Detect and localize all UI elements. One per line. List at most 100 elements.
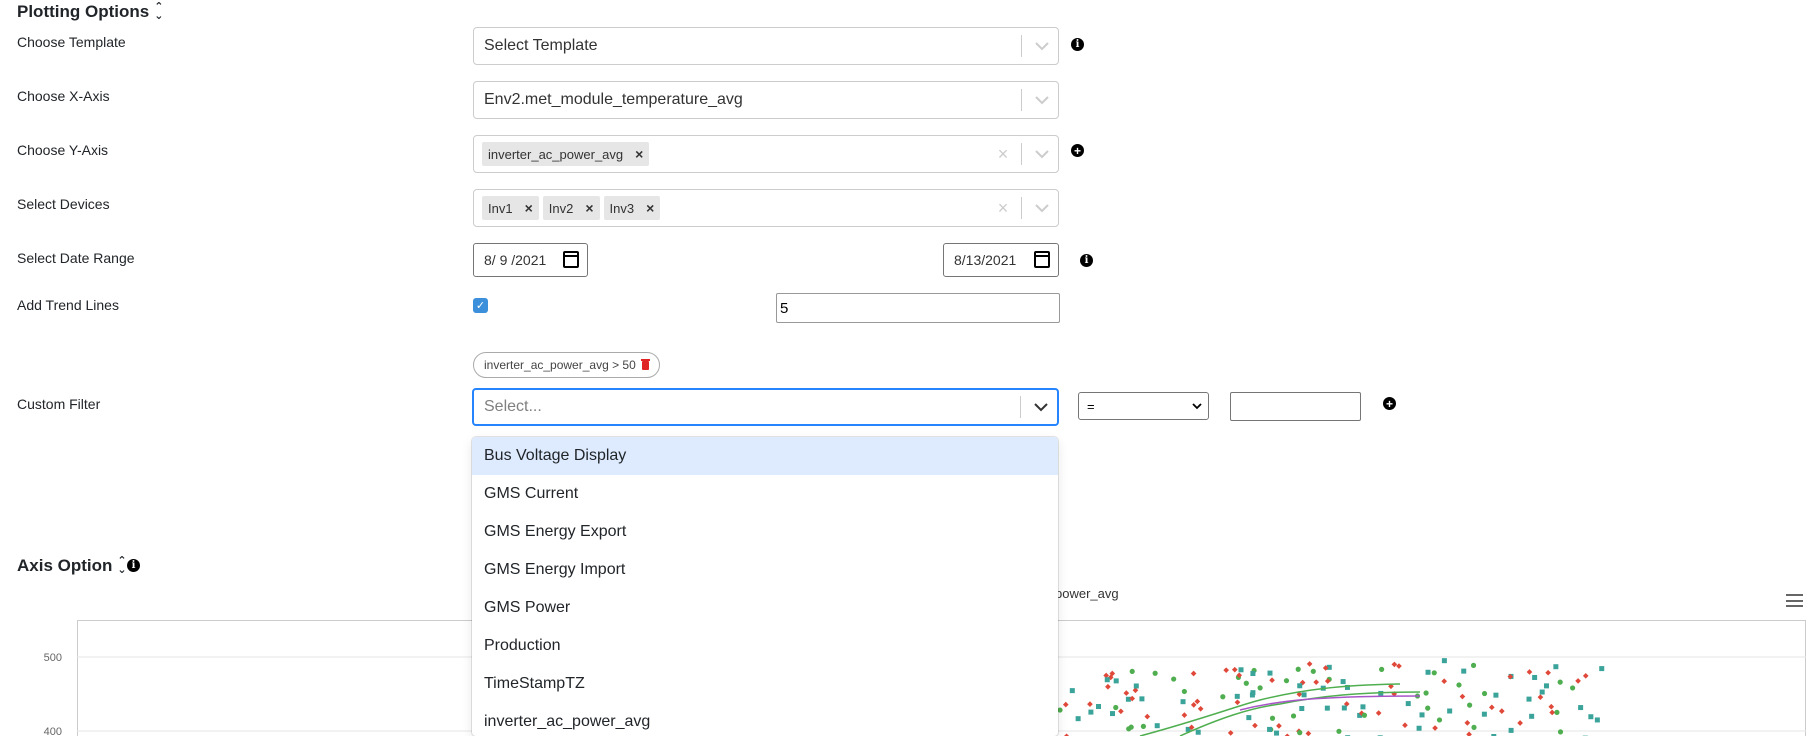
scatter-point-green	[1140, 723, 1147, 729]
collapse-chevron-icon[interactable]: ⌃ ⌄	[154, 2, 163, 22]
scatter-point-teal	[1526, 696, 1532, 702]
dropdown-option[interactable]: GMS Energy Import	[472, 551, 1058, 589]
scatter-point-red	[1488, 704, 1495, 711]
scatter-point-red	[1459, 693, 1466, 700]
scatter-point-red	[1537, 694, 1544, 701]
dropdown-option[interactable]: Production	[472, 627, 1058, 665]
scatter-point-red	[1252, 722, 1258, 729]
scatter-point-green	[1295, 666, 1301, 672]
dropdown-option[interactable]: TimeStampTZ	[472, 665, 1058, 703]
scatter-point-red	[1276, 723, 1282, 729]
scatter-point-teal	[1341, 705, 1347, 711]
expand-chevron-icon[interactable]: ⌃ ⌄	[117, 556, 126, 576]
trend-lines-checkbox[interactable]: ✓	[473, 298, 488, 313]
custom-filter-placeholder: Select...	[484, 398, 542, 415]
trend-degree-input[interactable]: 5	[776, 293, 1060, 323]
start-date-input[interactable]: 8/ 9 /2021	[473, 243, 588, 277]
active-filter-tag: inverter_ac_power_avg > 50	[473, 352, 660, 378]
scatter-point-red	[1396, 663, 1402, 669]
scatter-point-red	[1118, 708, 1124, 715]
template-select-value: Select Template	[484, 37, 598, 54]
scatter-point-green	[1336, 728, 1342, 734]
dropdown-option[interactable]: GMS Power	[472, 589, 1058, 627]
dropdown-option[interactable]: inverter_ac_power_avg	[472, 703, 1058, 736]
calendar-icon[interactable]	[563, 251, 579, 268]
scatter-point-teal	[1088, 709, 1094, 715]
scatter-point-green	[1297, 730, 1303, 736]
template-select[interactable]: Select Template	[473, 27, 1059, 65]
scatter-point-teal	[1416, 725, 1422, 731]
scatter-point-teal	[1461, 668, 1467, 674]
scatter-point-red	[1062, 701, 1069, 708]
dropdown-option[interactable]: GMS Current	[472, 475, 1058, 513]
scatter-point-green	[1128, 724, 1134, 730]
chevron-down-icon[interactable]	[1026, 28, 1058, 64]
template-info-icon[interactable]: i	[1071, 38, 1084, 51]
clear-all-icon[interactable]: ×	[989, 136, 1017, 172]
scatter-point-teal	[1543, 683, 1549, 689]
scatter-point-red	[1231, 666, 1238, 673]
clear-all-icon[interactable]: ×	[989, 190, 1017, 226]
scatter-point-green	[1310, 668, 1316, 674]
scatter-point-red	[1391, 661, 1398, 668]
scatter-point-teal	[1096, 704, 1102, 710]
dropdown-option[interactable]: GMS Energy Export	[472, 513, 1058, 551]
remove-chip-icon[interactable]: ×	[519, 196, 539, 220]
chevron-down-icon[interactable]	[1026, 190, 1058, 226]
dropdown-option[interactable]: Bus Voltage Display	[472, 437, 1058, 475]
indicator-separator	[1021, 35, 1022, 57]
remove-chip-icon[interactable]: ×	[579, 196, 599, 220]
scatter-point-teal	[1139, 696, 1145, 702]
chevron-down-icon[interactable]	[1026, 136, 1058, 172]
scatter-point-red	[1549, 709, 1555, 716]
add-y-axis-icon[interactable]: +	[1071, 144, 1084, 157]
scatter-point-teal	[1238, 667, 1244, 673]
devices-multiselect[interactable]: Inv1 × Inv2 × Inv3 × ×	[473, 189, 1059, 227]
scatter-point-red	[1223, 667, 1230, 673]
scatter-point-green	[1257, 685, 1263, 691]
scatter-point-teal	[1075, 716, 1081, 722]
scatter-point-teal	[1180, 699, 1186, 705]
select-date-range-label: Select Date Range	[17, 250, 135, 266]
chevron-down-icon[interactable]	[1025, 390, 1057, 424]
scatter-point-teal	[1539, 689, 1545, 695]
y-axis-multiselect[interactable]: inverter_ac_power_avg × ×	[473, 135, 1059, 173]
trend-degree-value: 5	[780, 299, 789, 317]
scatter-point-green	[1470, 662, 1477, 668]
scatter-point-teal	[1532, 674, 1538, 680]
device-chip: Inv2 ×	[542, 196, 600, 220]
operator-select[interactable]: =	[1078, 392, 1209, 420]
scatter-point-red	[1181, 712, 1188, 718]
chevron-down-icon[interactable]	[1026, 82, 1058, 118]
scatter-point-teal	[1297, 683, 1303, 689]
scatter-point-green	[1220, 694, 1226, 700]
scatter-point-green	[1171, 676, 1177, 682]
scatter-point-green	[1481, 690, 1488, 697]
remove-chip-icon[interactable]: ×	[640, 196, 660, 220]
chip-label: Inv3	[609, 200, 635, 216]
choose-x-axis-label: Choose X-Axis	[17, 88, 110, 104]
end-date-input[interactable]: 8/13/2021	[943, 243, 1059, 277]
calendar-icon[interactable]	[1034, 251, 1050, 268]
axis-option-info-icon[interactable]: i	[127, 559, 140, 572]
scatter-point-green	[1425, 705, 1431, 711]
scatter-point-red	[1545, 669, 1551, 676]
scatter-point-red	[1498, 708, 1505, 714]
filter-value-input[interactable]	[1230, 392, 1361, 421]
scatter-point-teal	[1599, 666, 1605, 672]
choose-y-axis-label: Choose Y-Axis	[17, 142, 109, 158]
x-axis-select[interactable]: Env2.met_module_temperature_avg	[473, 81, 1059, 119]
scatter-point-green	[1283, 678, 1290, 684]
trash-icon[interactable]	[640, 358, 650, 370]
scatter-point-teal	[1588, 714, 1594, 720]
indicator-separator	[1020, 396, 1021, 418]
custom-filter-select[interactable]: Select...	[472, 388, 1059, 426]
axis-option-title[interactable]: Axis Option ⌃ ⌄	[17, 556, 127, 576]
remove-chip-icon[interactable]: ×	[629, 142, 649, 166]
plotting-options-title[interactable]: Plotting Options ⌃ ⌄	[17, 2, 163, 22]
scatter-point-green	[1570, 685, 1576, 691]
add-filter-icon[interactable]: +	[1383, 397, 1396, 410]
date-range-info-icon[interactable]: i	[1080, 254, 1093, 267]
scatter-point-teal	[1594, 717, 1600, 723]
scatter-point-teal	[1069, 688, 1075, 694]
